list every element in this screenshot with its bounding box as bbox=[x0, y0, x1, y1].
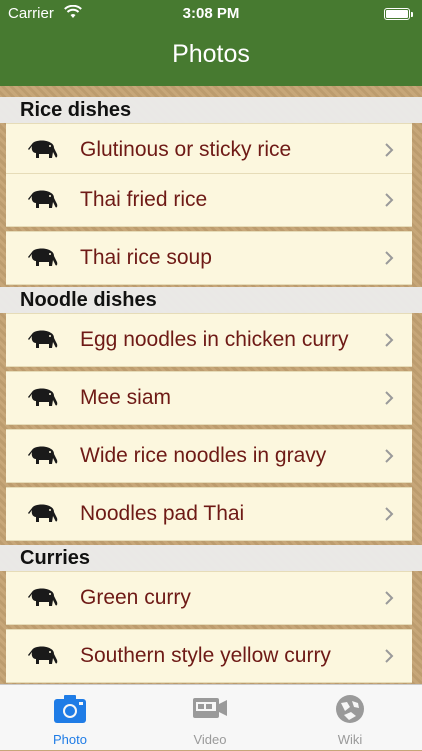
tab-wiki-label: Wiki bbox=[337, 732, 363, 747]
top-bar: Carrier 3:08 PM Photos bbox=[0, 0, 422, 86]
tab-photo-label: Photo bbox=[53, 732, 87, 747]
tab-photo[interactable]: Photo bbox=[20, 685, 120, 751]
list-item[interactable]: Thai rice soup bbox=[6, 231, 412, 285]
tab-bar: Photo Video Wiki bbox=[0, 684, 422, 750]
chevron-right-icon bbox=[385, 591, 394, 605]
list-item[interactable]: Glutinous or sticky rice bbox=[6, 123, 412, 177]
page-title: Photos bbox=[172, 40, 250, 68]
camera-icon bbox=[54, 695, 86, 723]
elephant-icon bbox=[28, 504, 58, 522]
elephant-icon bbox=[28, 190, 58, 208]
list-item[interactable]: Noodles pad Thai bbox=[6, 487, 412, 541]
elephant-icon bbox=[28, 388, 58, 406]
list-item-label: Thai rice soup bbox=[80, 246, 212, 269]
list-item-label: Glutinous or sticky rice bbox=[80, 138, 292, 161]
section-header-curries: Curries bbox=[0, 545, 422, 571]
wiki-globe-icon bbox=[336, 695, 364, 723]
list-item-label: Egg noodles in chicken curry bbox=[80, 328, 349, 351]
elephant-icon bbox=[28, 248, 58, 266]
chevron-right-icon bbox=[385, 193, 394, 207]
list-item[interactable]: Wide rice noodles in gravy bbox=[6, 429, 412, 483]
list-item-label: Mee siam bbox=[80, 386, 172, 409]
chevron-right-icon bbox=[385, 391, 394, 405]
chevron-right-icon bbox=[385, 251, 394, 265]
chevron-right-icon bbox=[385, 333, 394, 347]
elephant-icon bbox=[28, 140, 58, 158]
list-item-label: Southern style yellow curry bbox=[80, 644, 331, 667]
elephant-icon bbox=[28, 588, 58, 606]
section-header-rice: Rice dishes bbox=[0, 97, 422, 123]
list-item-label: Green curry bbox=[80, 586, 191, 609]
list-item[interactable]: Mee siam bbox=[6, 371, 412, 425]
elephant-icon bbox=[28, 446, 58, 464]
list-item[interactable]: Southern style yellow curry bbox=[6, 629, 412, 683]
dish-list[interactable]: Rice dishes Glutinous or sticky rice Tha… bbox=[0, 86, 422, 684]
chevron-right-icon bbox=[385, 449, 394, 463]
list-item[interactable]: Thai fried rice bbox=[6, 173, 412, 227]
chevron-right-icon bbox=[385, 649, 394, 663]
list-item-label: Thai fried rice bbox=[80, 188, 208, 211]
battery-icon bbox=[384, 8, 413, 20]
chevron-right-icon bbox=[385, 507, 394, 521]
status-time: 3:08 PM bbox=[182, 5, 240, 22]
list-item[interactable]: Egg noodles in chicken curry bbox=[6, 313, 412, 367]
status-bar: Carrier 3:08 PM bbox=[0, 0, 422, 28]
chevron-right-icon bbox=[385, 143, 394, 157]
tab-wiki[interactable]: Wiki bbox=[300, 685, 400, 751]
elephant-icon bbox=[28, 330, 58, 348]
section-header-noodle: Noodle dishes bbox=[0, 287, 422, 313]
list-item-label: Wide rice noodles in gravy bbox=[80, 444, 327, 467]
elephant-icon bbox=[28, 646, 58, 664]
list-item-label: Noodles pad Thai bbox=[80, 502, 245, 525]
tab-video-label: Video bbox=[193, 732, 227, 747]
tab-video[interactable]: Video bbox=[160, 685, 260, 751]
list-item[interactable]: Green curry bbox=[6, 571, 412, 625]
video-camera-icon bbox=[193, 698, 227, 718]
